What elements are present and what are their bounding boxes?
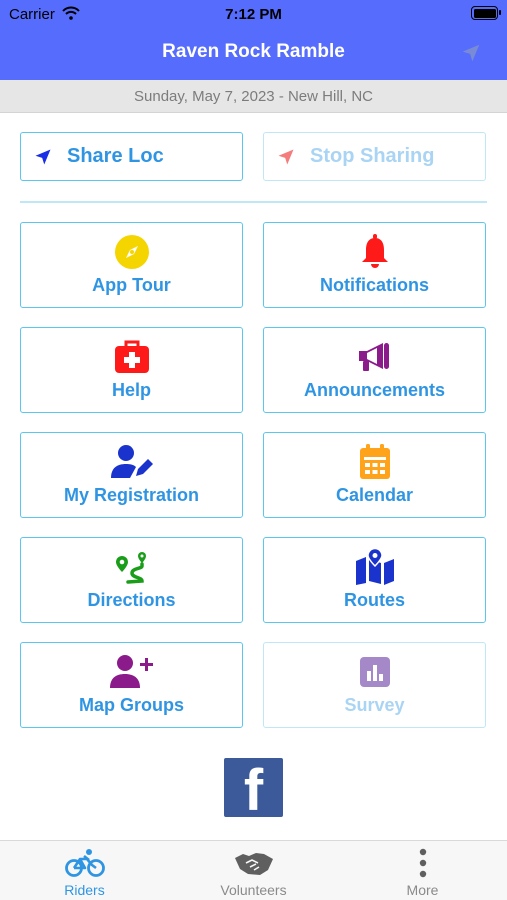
calendar-label: Calendar (335, 485, 414, 505)
facebook-icon[interactable]: f (224, 758, 283, 817)
tab-more[interactable]: More (338, 841, 507, 900)
app-tour-button[interactable]: App Tour (20, 222, 243, 308)
announcements-label: Announcements (303, 380, 445, 400)
location-arrow-icon (35, 149, 51, 164)
bar-chart-icon (264, 653, 485, 691)
directions-label: Directions (87, 590, 176, 610)
nav-bar: Raven Rock Ramble (0, 28, 507, 80)
stop-sharing-label: Stop Sharing (310, 145, 435, 167)
help-button[interactable]: Help (20, 327, 243, 413)
map-groups-label: Map Groups (78, 695, 184, 715)
event-date-bar: Sunday, May 7, 2023 - New Hill, NC (0, 80, 507, 113)
notifications-label: Notifications (319, 275, 429, 295)
status-time: 7:12 PM (225, 6, 282, 23)
notifications-button[interactable]: Notifications (263, 222, 486, 308)
survey-label: Survey (344, 695, 405, 715)
status-bar: Carrier 7:12 PM (0, 0, 507, 28)
bicycle-icon (0, 847, 169, 879)
location-arrow-icon (278, 149, 294, 164)
tab-riders-label: Riders (64, 882, 105, 898)
handshake-icon (169, 847, 338, 879)
tab-riders[interactable]: Riders (0, 841, 169, 900)
user-plus-icon (21, 653, 242, 691)
routes-label: Routes (343, 590, 405, 610)
directions-button[interactable]: Directions (20, 537, 243, 623)
battery-icon (471, 6, 501, 20)
tab-volunteers[interactable]: Volunteers (169, 841, 338, 900)
tab-volunteers-label: Volunteers (220, 882, 287, 898)
calendar-button[interactable]: Calendar (263, 432, 486, 518)
share-location-button[interactable]: Share Loc (20, 132, 243, 181)
map-icon (264, 548, 485, 586)
bell-icon (264, 233, 485, 271)
announcements-button[interactable]: Announcements (263, 327, 486, 413)
page-title: Raven Rock Ramble (162, 41, 345, 62)
user-edit-icon (21, 443, 242, 481)
tab-more-label: More (406, 882, 439, 898)
divider (20, 201, 487, 203)
my-registration-button[interactable]: My Registration (20, 432, 243, 518)
stop-sharing-button[interactable]: Stop Sharing (263, 132, 486, 181)
calendar-icon (264, 443, 485, 481)
tab-bar: Riders Volunteers More (0, 840, 507, 900)
app-tour-label: App Tour (92, 275, 171, 295)
route-icon (21, 548, 242, 586)
location-arrow-icon[interactable] (460, 42, 482, 64)
my-registration-label: My Registration (63, 485, 200, 505)
compass-icon (21, 233, 242, 271)
map-groups-button[interactable]: Map Groups (20, 642, 243, 728)
more-vertical-icon (338, 847, 507, 879)
share-location-label: Share Loc (67, 145, 164, 167)
event-date-text: Sunday, May 7, 2023 - New Hill, NC (134, 88, 373, 105)
routes-button[interactable]: Routes (263, 537, 486, 623)
survey-button[interactable]: Survey (263, 642, 486, 728)
megaphone-icon (264, 338, 485, 376)
help-label: Help (111, 380, 151, 400)
first-aid-kit-icon (21, 338, 242, 376)
